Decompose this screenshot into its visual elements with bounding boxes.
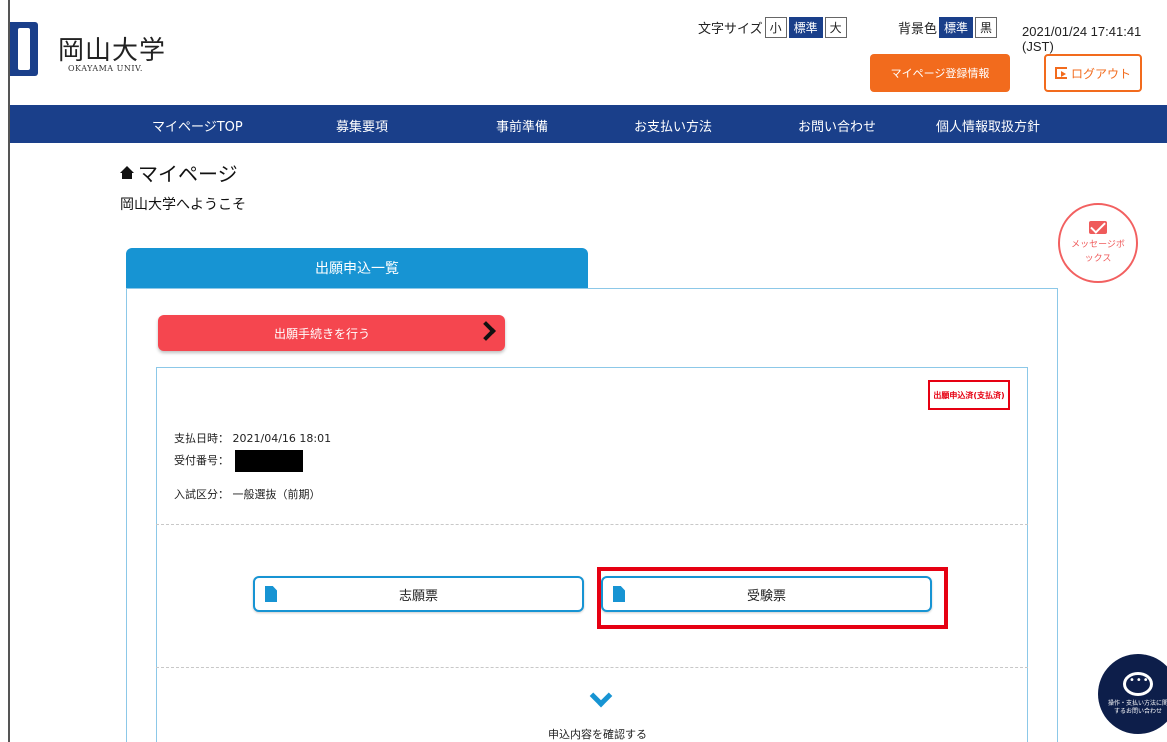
card-divider-lower xyxy=(156,667,1028,668)
chat-support-button[interactable]: 操作・支払い方法に関するお問い合わせ xyxy=(1098,654,1167,734)
highlight-box xyxy=(597,567,948,629)
logout-label: ログアウト xyxy=(1070,66,1131,81)
bg-color-black-option[interactable]: 黒 xyxy=(975,17,998,38)
chat-support-label: 操作・支払い方法に関するお問い合わせ xyxy=(1108,700,1167,715)
message-box-button[interactable]: メッセージボックス xyxy=(1058,203,1138,283)
bg-color-standard-option[interactable]: 標準 xyxy=(939,17,974,38)
bg-color-label: 背景色 xyxy=(898,22,938,37)
exam-type-row: 入試区分： 一般選抜（前期） xyxy=(174,486,321,502)
page-frame: 岡山大学 OKAYAMA UNIV. 文字サイズ 小 標準 大 背景色 標準 黒… xyxy=(8,0,1167,742)
chevron-right-icon xyxy=(476,321,496,341)
font-size-small-option[interactable]: 小 xyxy=(764,17,787,38)
nav-item-preparation[interactable]: 事前準備 xyxy=(496,116,548,135)
card-divider xyxy=(156,524,1028,525)
logout-button[interactable]: ログアウト xyxy=(1044,54,1142,92)
page-title-text: マイページ xyxy=(138,162,238,186)
mail-icon xyxy=(1089,220,1107,234)
university-logo-mark xyxy=(10,22,38,76)
receipt-number-row: 受付番号： xyxy=(174,450,303,472)
start-application-label: 出願手続きを行う xyxy=(274,326,371,341)
nav-item-privacy[interactable]: 個人情報取扱方針 xyxy=(936,116,1040,135)
tab-application-list[interactable]: 出願申込一覧 xyxy=(126,248,588,288)
confirm-application-link[interactable]: 申込内容を確認する xyxy=(548,726,647,742)
font-size-selector: 文字サイズ 小 標準 大 xyxy=(698,17,847,38)
exam-type-label: 入試区分： xyxy=(174,488,229,501)
main-nav: マイページTOP 募集要項 事前準備 お支払い方法 お問い合わせ 個人情報取扱方… xyxy=(10,105,1167,143)
mypage-info-label: マイページ登録情報 xyxy=(890,67,990,80)
university-logo-subtitle: OKAYAMA UNIV. xyxy=(68,64,143,73)
font-size-label: 文字サイズ xyxy=(698,22,763,37)
application-card xyxy=(156,367,1028,742)
application-form-label: 志願票 xyxy=(398,588,438,604)
status-text: 出願申込済(支払済) xyxy=(933,390,1005,400)
university-logo-text[interactable]: 岡山大学 xyxy=(58,30,166,67)
application-form-button[interactable]: 志願票 xyxy=(253,576,584,612)
font-size-standard-option[interactable]: 標準 xyxy=(788,17,823,38)
payment-date-label: 支払日時： xyxy=(174,432,229,445)
page-title: マイページ xyxy=(120,158,238,187)
start-application-button[interactable]: 出願手続きを行う xyxy=(158,315,505,351)
status-badge: 出願申込済(支払済) xyxy=(928,380,1010,410)
receipt-number-label: 受付番号： xyxy=(174,454,229,467)
chat-bubble-icon xyxy=(1123,672,1153,696)
welcome-text: 岡山大学へようこそ xyxy=(120,197,246,213)
receipt-number-redacted xyxy=(234,450,303,472)
payment-date-value: 2021/04/16 18:01 xyxy=(232,432,332,445)
logout-icon xyxy=(1054,67,1067,79)
home-icon xyxy=(120,165,134,180)
current-datetime: 2021/01/24 17:41:41 (JST) xyxy=(1022,24,1142,54)
document-icon xyxy=(265,586,277,602)
mypage-info-button[interactable]: マイページ登録情報 xyxy=(870,54,1010,92)
exam-type-value: 一般選抜（前期） xyxy=(232,488,321,501)
bg-color-selector: 背景色 標準 黒 xyxy=(898,17,998,38)
tab-label: 出願申込一覧 xyxy=(315,261,399,277)
nav-item-mypage-top[interactable]: マイページTOP xyxy=(152,116,243,135)
nav-item-payment[interactable]: お支払い方法 xyxy=(634,116,712,135)
payment-date-row: 支払日時： 2021/04/16 18:01 xyxy=(174,430,331,446)
nav-item-contact[interactable]: お問い合わせ xyxy=(798,116,876,135)
font-size-large-option[interactable]: 大 xyxy=(824,17,847,38)
message-box-label: メッセージボックス xyxy=(1071,239,1125,264)
nav-item-guidelines[interactable]: 募集要項 xyxy=(336,116,388,135)
